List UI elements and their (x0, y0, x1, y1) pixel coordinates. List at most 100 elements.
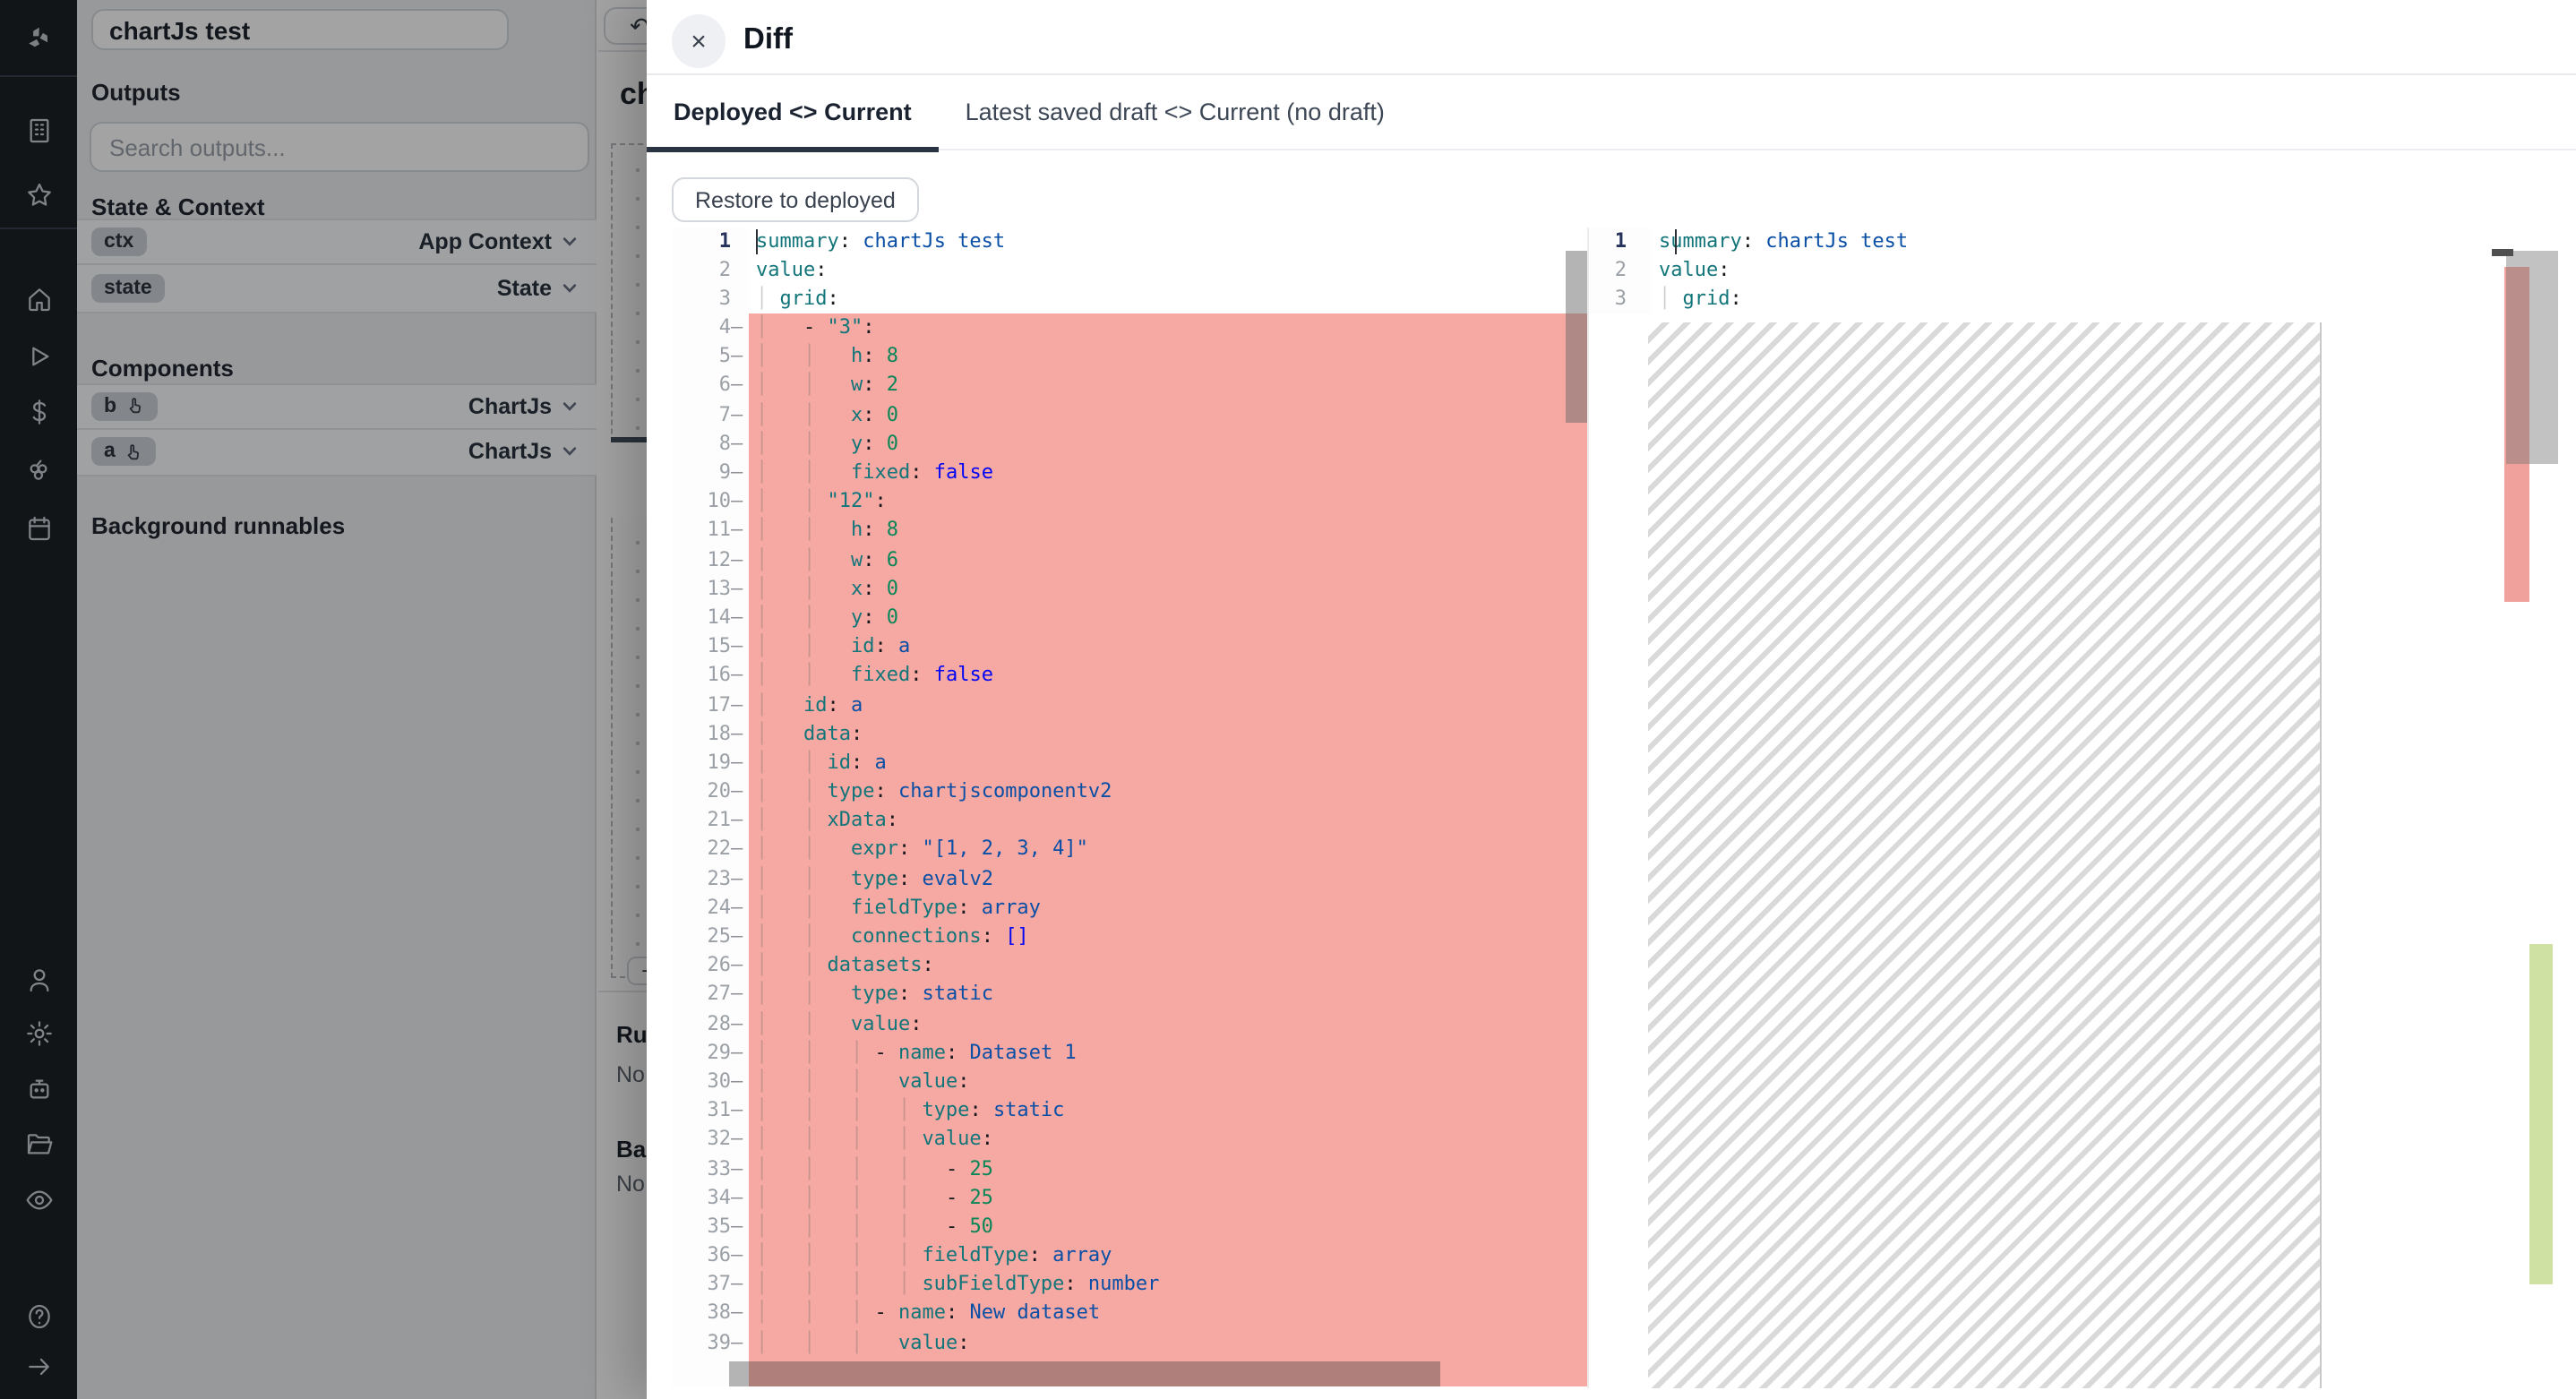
line-number: 3 (672, 285, 749, 313)
code-line: 19–│ │ id: a (672, 749, 1587, 777)
code-line: 26–│ │ datasets: (672, 951, 1587, 980)
code-line: 29–│ │ │ - name: Dataset 1 (672, 1039, 1587, 1068)
code-text: │ │ │ - name: Dataset 1 (749, 1039, 1587, 1068)
right-vertical-scrollbar-thumb[interactable] (2506, 250, 2558, 464)
code-text: │ │ x: 0 (749, 575, 1587, 604)
code-line: 1summary: chartJs test (1589, 227, 2576, 255)
restore-to-deployed-button[interactable]: Restore to deployed (672, 177, 919, 222)
code-line: 2value: (672, 255, 1587, 284)
line-number: 33– (672, 1154, 749, 1183)
left-horizontal-scrollbar-thumb[interactable] (729, 1361, 1440, 1386)
code-line: 25–│ │ connections: [] (672, 923, 1587, 951)
overview-ruler-added-marker (2529, 944, 2553, 1284)
code-text: │ │ type: evalv2 (749, 864, 1587, 893)
line-number: 31– (672, 1096, 749, 1125)
close-button[interactable]: × (672, 14, 726, 68)
line-number: 19– (672, 749, 749, 777)
code-line: 8–│ │ y: 0 (672, 430, 1587, 459)
code-text: │ │ type: static (749, 981, 1587, 1009)
code-text: │ │ "12": (749, 487, 1587, 516)
code-line: 4–│ - "3": (672, 313, 1587, 342)
code-text: │ │ h: 8 (749, 343, 1587, 372)
line-number: 29– (672, 1039, 749, 1068)
line-number: 14– (672, 604, 749, 632)
code-line: 17–│ id: a (672, 691, 1587, 719)
code-text: │ │ w: 6 (749, 545, 1587, 574)
code-text: │ │ │ - name: New dataset (749, 1300, 1587, 1328)
close-icon: × (691, 26, 707, 56)
code-line: 9–│ │ fixed: false (672, 459, 1587, 487)
line-number: 28– (672, 1009, 749, 1038)
code-line: 13–│ │ x: 0 (672, 575, 1587, 604)
code-text: │ data: (749, 719, 1587, 748)
code-line: 3│ grid: (1589, 285, 2576, 313)
code-text: │ │ id: a (749, 749, 1587, 777)
code-line: 7–│ │ x: 0 (672, 400, 1587, 429)
line-number: 36– (672, 1241, 749, 1270)
code-text: │ │ datasets: (749, 951, 1587, 980)
app-root: Outputs State & Context ctxApp Contextst… (0, 0, 2576, 1399)
code-text: │ │ │ │ type: static (749, 1096, 1587, 1125)
line-number: 10– (672, 487, 749, 516)
code-text: │ id: a (749, 691, 1587, 719)
code-line: 15–│ │ id: a (672, 632, 1587, 661)
tab-draft-current[interactable]: Latest saved draft <> Current (no draft) (939, 73, 1412, 150)
line-number: 2 (1589, 255, 1652, 284)
code-text: │ │ fieldType: array (749, 894, 1587, 923)
code-text: value: (749, 255, 1587, 284)
line-number: 24– (672, 894, 749, 923)
code-line: 24–│ │ fieldType: array (672, 894, 1587, 923)
line-number: 17– (672, 691, 749, 719)
line-number: 38– (672, 1300, 749, 1328)
diff-modal: × Diff Deployed <> Current Latest saved … (647, 0, 2576, 1399)
line-number: 11– (672, 517, 749, 545)
line-number: 32– (672, 1126, 749, 1154)
left-vertical-scrollbar-thumb[interactable] (1566, 250, 1587, 423)
line-number: 9– (672, 459, 749, 487)
code-line: 34–│ │ │ │ - 25 (672, 1183, 1587, 1212)
code-line: 12–│ │ w: 6 (672, 545, 1587, 574)
code-text: │ - "3": (749, 313, 1587, 342)
code-line: 21–│ │ xData: (672, 807, 1587, 836)
line-number: 7– (672, 400, 749, 429)
code-text: │ │ │ value: (749, 1068, 1587, 1096)
code-text: │ │ │ │ - 25 (749, 1183, 1587, 1212)
code-text: │ │ fixed: false (749, 459, 1587, 487)
line-number: 2 (672, 255, 749, 284)
line-number: 30– (672, 1068, 749, 1096)
code-line: 18–│ data: (672, 719, 1587, 748)
line-number: 26– (672, 951, 749, 980)
code-line: 6–│ │ w: 2 (672, 372, 1587, 400)
line-number: 23– (672, 864, 749, 893)
line-number: 25– (672, 923, 749, 951)
line-number: 3 (1589, 285, 1652, 313)
text-cursor (755, 228, 758, 253)
code-text: │ │ fixed: false (749, 662, 1587, 691)
code-text: summary: chartJs test (749, 227, 1587, 255)
line-number: 39– (672, 1328, 749, 1357)
removed-lines-hatch (1648, 322, 2321, 1388)
tab-deployed-current[interactable]: Deployed <> Current (647, 73, 939, 150)
line-number: 22– (672, 836, 749, 864)
code-line: 36–│ │ │ │ fieldType: array (672, 1241, 1587, 1270)
diff-tabs: Deployed <> Current Latest saved draft <… (647, 73, 2576, 150)
overview-ruler-cap (2491, 249, 2512, 256)
code-line: 28–│ │ value: (672, 1009, 1587, 1038)
code-text: │ │ │ value: (749, 1328, 1587, 1357)
line-number: 34– (672, 1183, 749, 1212)
code-line: 16–│ │ fixed: false (672, 662, 1587, 691)
code-line: 31–│ │ │ │ type: static (672, 1096, 1587, 1125)
code-line: 33–│ │ │ │ - 25 (672, 1154, 1587, 1183)
code-line: 32–│ │ │ │ value: (672, 1126, 1587, 1154)
code-line: 39–│ │ │ value: (672, 1328, 1587, 1357)
line-number: 21– (672, 807, 749, 836)
code-text: │ grid: (1652, 285, 2576, 313)
code-line: 20–│ │ type: chartjscomponentv2 (672, 777, 1587, 806)
diff-editor-original[interactable]: 1summary: chartJs test2value:3│ grid:4–│… (672, 227, 1587, 1388)
diff-container: 1summary: chartJs test2value:3│ grid:4–│… (647, 227, 2576, 1388)
code-text: │ grid: (749, 285, 1587, 313)
code-line: 30–│ │ │ value: (672, 1068, 1587, 1096)
line-number: 5– (672, 343, 749, 372)
code-text: │ │ expr: "[1, 2, 3, 4]" (749, 836, 1587, 864)
line-number: 1 (1589, 227, 1652, 255)
